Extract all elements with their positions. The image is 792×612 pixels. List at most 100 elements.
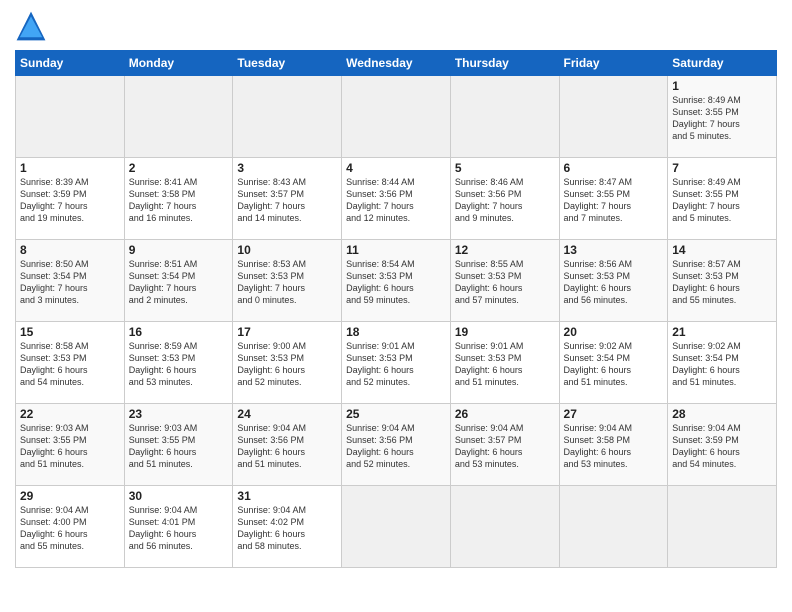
calendar-day-cell: 18Sunrise: 9:01 AMSunset: 3:53 PMDayligh… <box>342 322 451 404</box>
calendar-day-cell: 31Sunrise: 9:04 AMSunset: 4:02 PMDayligh… <box>233 486 342 568</box>
calendar-day-cell: 2Sunrise: 8:41 AMSunset: 3:58 PMDaylight… <box>124 158 233 240</box>
calendar-day-cell: 11Sunrise: 8:54 AMSunset: 3:53 PMDayligh… <box>342 240 451 322</box>
calendar-day-cell: 29Sunrise: 9:04 AMSunset: 4:00 PMDayligh… <box>16 486 125 568</box>
calendar-day-cell <box>16 76 125 158</box>
day-content: Sunrise: 9:02 AMSunset: 3:54 PMDaylight:… <box>672 340 772 389</box>
calendar-day-cell: 21Sunrise: 9:02 AMSunset: 3:54 PMDayligh… <box>668 322 777 404</box>
day-content: Sunrise: 8:56 AMSunset: 3:53 PMDaylight:… <box>564 258 664 307</box>
calendar-day-header: Wednesday <box>342 51 451 76</box>
day-content: Sunrise: 9:04 AMSunset: 3:59 PMDaylight:… <box>672 422 772 471</box>
calendar-week-row: 1Sunrise: 8:39 AMSunset: 3:59 PMDaylight… <box>16 158 777 240</box>
day-content: Sunrise: 8:53 AMSunset: 3:53 PMDaylight:… <box>237 258 337 307</box>
calendar-day-cell: 25Sunrise: 9:04 AMSunset: 3:56 PMDayligh… <box>342 404 451 486</box>
calendar-day-cell: 12Sunrise: 8:55 AMSunset: 3:53 PMDayligh… <box>450 240 559 322</box>
calendar-day-header: Saturday <box>668 51 777 76</box>
day-number: 1 <box>672 79 772 93</box>
day-number: 19 <box>455 325 555 339</box>
calendar-day-cell: 8Sunrise: 8:50 AMSunset: 3:54 PMDaylight… <box>16 240 125 322</box>
calendar-week-row: 29Sunrise: 9:04 AMSunset: 4:00 PMDayligh… <box>16 486 777 568</box>
calendar-week-row: 22Sunrise: 9:03 AMSunset: 3:55 PMDayligh… <box>16 404 777 486</box>
day-content: Sunrise: 8:43 AMSunset: 3:57 PMDaylight:… <box>237 176 337 225</box>
logo <box>15 10 51 42</box>
day-content: Sunrise: 8:47 AMSunset: 3:55 PMDaylight:… <box>564 176 664 225</box>
calendar-week-row: 15Sunrise: 8:58 AMSunset: 3:53 PMDayligh… <box>16 322 777 404</box>
day-number: 18 <box>346 325 446 339</box>
calendar-day-cell: 7Sunrise: 8:49 AMSunset: 3:55 PMDaylight… <box>668 158 777 240</box>
day-content: Sunrise: 8:51 AMSunset: 3:54 PMDaylight:… <box>129 258 229 307</box>
day-content: Sunrise: 8:59 AMSunset: 3:53 PMDaylight:… <box>129 340 229 389</box>
day-content: Sunrise: 9:03 AMSunset: 3:55 PMDaylight:… <box>129 422 229 471</box>
day-number: 21 <box>672 325 772 339</box>
calendar-day-cell: 26Sunrise: 9:04 AMSunset: 3:57 PMDayligh… <box>450 404 559 486</box>
day-number: 13 <box>564 243 664 257</box>
calendar-day-cell: 28Sunrise: 9:04 AMSunset: 3:59 PMDayligh… <box>668 404 777 486</box>
day-content: Sunrise: 8:55 AMSunset: 3:53 PMDaylight:… <box>455 258 555 307</box>
calendar-day-cell <box>342 76 451 158</box>
calendar-day-cell: 23Sunrise: 9:03 AMSunset: 3:55 PMDayligh… <box>124 404 233 486</box>
day-number: 8 <box>20 243 120 257</box>
day-content: Sunrise: 9:04 AMSunset: 3:58 PMDaylight:… <box>564 422 664 471</box>
day-content: Sunrise: 9:03 AMSunset: 3:55 PMDaylight:… <box>20 422 120 471</box>
day-content: Sunrise: 8:39 AMSunset: 3:59 PMDaylight:… <box>20 176 120 225</box>
day-number: 20 <box>564 325 664 339</box>
calendar-day-header: Monday <box>124 51 233 76</box>
day-content: Sunrise: 9:01 AMSunset: 3:53 PMDaylight:… <box>346 340 446 389</box>
day-content: Sunrise: 8:44 AMSunset: 3:56 PMDaylight:… <box>346 176 446 225</box>
calendar-header-row: SundayMondayTuesdayWednesdayThursdayFrid… <box>16 51 777 76</box>
calendar-day-cell: 1Sunrise: 8:39 AMSunset: 3:59 PMDaylight… <box>16 158 125 240</box>
calendar-day-cell: 5Sunrise: 8:46 AMSunset: 3:56 PMDaylight… <box>450 158 559 240</box>
day-content: Sunrise: 8:54 AMSunset: 3:53 PMDaylight:… <box>346 258 446 307</box>
day-content: Sunrise: 8:58 AMSunset: 3:53 PMDaylight:… <box>20 340 120 389</box>
calendar-day-cell: 27Sunrise: 9:04 AMSunset: 3:58 PMDayligh… <box>559 404 668 486</box>
page: SundayMondayTuesdayWednesdayThursdayFrid… <box>0 0 792 612</box>
day-number: 28 <box>672 407 772 421</box>
calendar-day-cell: 30Sunrise: 9:04 AMSunset: 4:01 PMDayligh… <box>124 486 233 568</box>
calendar-day-cell: 1Sunrise: 8:49 AMSunset: 3:55 PMDaylight… <box>668 76 777 158</box>
calendar-day-header: Sunday <box>16 51 125 76</box>
calendar-day-cell <box>450 486 559 568</box>
day-content: Sunrise: 9:04 AMSunset: 3:57 PMDaylight:… <box>455 422 555 471</box>
day-number: 23 <box>129 407 229 421</box>
header <box>15 10 777 42</box>
day-number: 16 <box>129 325 229 339</box>
day-number: 24 <box>237 407 337 421</box>
calendar-week-row: 8Sunrise: 8:50 AMSunset: 3:54 PMDaylight… <box>16 240 777 322</box>
day-content: Sunrise: 8:41 AMSunset: 3:58 PMDaylight:… <box>129 176 229 225</box>
day-number: 15 <box>20 325 120 339</box>
day-number: 22 <box>20 407 120 421</box>
calendar-day-cell <box>342 486 451 568</box>
calendar-day-cell: 22Sunrise: 9:03 AMSunset: 3:55 PMDayligh… <box>16 404 125 486</box>
day-content: Sunrise: 8:49 AMSunset: 3:55 PMDaylight:… <box>672 176 772 225</box>
day-number: 27 <box>564 407 664 421</box>
day-number: 29 <box>20 489 120 503</box>
calendar-day-cell: 20Sunrise: 9:02 AMSunset: 3:54 PMDayligh… <box>559 322 668 404</box>
calendar-day-cell <box>559 486 668 568</box>
day-number: 14 <box>672 243 772 257</box>
day-number: 10 <box>237 243 337 257</box>
calendar-day-cell: 13Sunrise: 8:56 AMSunset: 3:53 PMDayligh… <box>559 240 668 322</box>
calendar-day-cell: 24Sunrise: 9:04 AMSunset: 3:56 PMDayligh… <box>233 404 342 486</box>
day-number: 1 <box>20 161 120 175</box>
calendar-day-cell: 9Sunrise: 8:51 AMSunset: 3:54 PMDaylight… <box>124 240 233 322</box>
calendar-day-cell <box>233 76 342 158</box>
day-content: Sunrise: 9:04 AMSunset: 3:56 PMDaylight:… <box>346 422 446 471</box>
day-number: 17 <box>237 325 337 339</box>
calendar-day-cell <box>124 76 233 158</box>
calendar-week-row: 1Sunrise: 8:49 AMSunset: 3:55 PMDaylight… <box>16 76 777 158</box>
calendar-day-header: Friday <box>559 51 668 76</box>
day-number: 9 <box>129 243 229 257</box>
calendar-day-cell: 14Sunrise: 8:57 AMSunset: 3:53 PMDayligh… <box>668 240 777 322</box>
day-number: 25 <box>346 407 446 421</box>
calendar-day-cell: 4Sunrise: 8:44 AMSunset: 3:56 PMDaylight… <box>342 158 451 240</box>
calendar-day-cell: 15Sunrise: 8:58 AMSunset: 3:53 PMDayligh… <box>16 322 125 404</box>
day-number: 30 <box>129 489 229 503</box>
day-content: Sunrise: 9:04 AMSunset: 4:01 PMDaylight:… <box>129 504 229 553</box>
day-content: Sunrise: 8:57 AMSunset: 3:53 PMDaylight:… <box>672 258 772 307</box>
calendar-day-cell <box>450 76 559 158</box>
day-content: Sunrise: 9:04 AMSunset: 4:02 PMDaylight:… <box>237 504 337 553</box>
calendar-day-cell: 17Sunrise: 9:00 AMSunset: 3:53 PMDayligh… <box>233 322 342 404</box>
day-number: 5 <box>455 161 555 175</box>
day-content: Sunrise: 9:00 AMSunset: 3:53 PMDaylight:… <box>237 340 337 389</box>
day-number: 11 <box>346 243 446 257</box>
calendar-day-cell: 10Sunrise: 8:53 AMSunset: 3:53 PMDayligh… <box>233 240 342 322</box>
